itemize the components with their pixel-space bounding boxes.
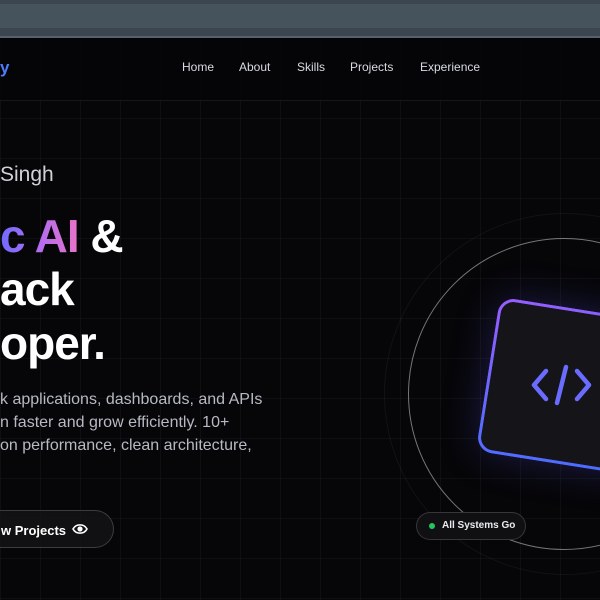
headline-line-1: c AI & xyxy=(0,210,124,262)
status-badge: All Systems Go xyxy=(416,512,526,540)
headline-gradient-text: c AI xyxy=(0,210,80,262)
nav-link-home[interactable]: Home xyxy=(182,60,214,74)
portfolio-page: y Home About Skills Projects Experience … xyxy=(0,38,600,600)
nav-link-experience[interactable]: Experience xyxy=(420,60,480,74)
nav-link-skills[interactable]: Skills xyxy=(297,60,325,74)
browser-tab-strip xyxy=(0,4,600,28)
description-line-2: n faster and grow efficiently. 10+ xyxy=(0,414,230,431)
description-line-1: k applications, dashboards, and APIs xyxy=(0,391,263,408)
greeting: Singh xyxy=(0,163,54,186)
nav-link-about[interactable]: About xyxy=(239,60,270,74)
view-projects-button[interactable]: w Projects xyxy=(0,510,114,548)
headline-ampersand: & xyxy=(78,210,123,262)
browser-top-bar xyxy=(0,0,600,38)
eye-icon xyxy=(72,524,88,534)
code-icon xyxy=(531,364,592,406)
status-dot-icon xyxy=(429,523,435,529)
headline-line-2: ack xyxy=(0,263,75,315)
headline-line-3: oper. xyxy=(0,317,106,369)
view-projects-label: w Projects xyxy=(1,523,67,538)
status-label: All Systems Go xyxy=(442,520,516,531)
navbar: y Home About Skills Projects Experience xyxy=(0,38,600,101)
logo[interactable]: y xyxy=(0,58,9,78)
nav-link-projects[interactable]: Projects xyxy=(350,60,393,74)
description-line-3: on performance, clean architecture, xyxy=(0,437,252,454)
